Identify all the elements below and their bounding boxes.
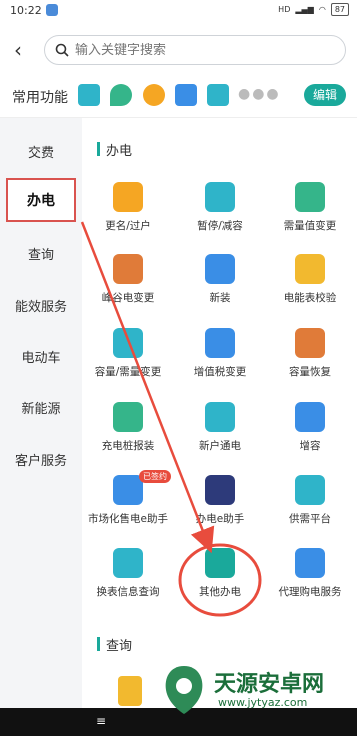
- service-item[interactable]: 新装: [175, 254, 265, 305]
- service-label: 增值税变更: [193, 366, 247, 378]
- service-icon: [113, 254, 143, 284]
- service-icon: [295, 475, 325, 505]
- service-item[interactable]: 容量恢复: [265, 328, 355, 379]
- section-marker: [97, 142, 100, 156]
- service-label: 容量/需量变更: [94, 366, 162, 378]
- service-icon: [113, 182, 143, 212]
- quick-location-icon[interactable]: [110, 84, 132, 106]
- status-indicators: HD ▂▄▆ ◠ 87: [278, 3, 349, 16]
- service-icon: [113, 475, 143, 505]
- service-label: 市场化售电e助手: [88, 513, 168, 525]
- service-item[interactable]: 办电e助手: [175, 475, 265, 526]
- sidebar-item-bandian[interactable]: 办电: [6, 178, 76, 222]
- service-item[interactable]: 容量/需量变更: [83, 328, 173, 379]
- site-watermark: 天源安卓网 www.jytyaz.com: [158, 656, 357, 736]
- status-time: 10:22: [10, 4, 42, 17]
- app-notification-icon: [46, 4, 58, 16]
- service-label: 其他办电: [199, 586, 241, 598]
- service-item[interactable]: 供需平台: [265, 475, 355, 526]
- common-functions-label: 常用功能: [12, 90, 68, 106]
- query-item-icon[interactable]: [118, 676, 142, 706]
- sidebar-item-energy[interactable]: 能效服务: [0, 296, 82, 315]
- service-item[interactable]: 增值税变更: [175, 328, 265, 379]
- signal-bars-icon: ▂▄▆: [295, 5, 314, 14]
- service-item[interactable]: 充电桩报装: [83, 402, 173, 453]
- service-item[interactable]: 峰谷电变更: [83, 254, 173, 305]
- service-label: 更名/过户: [105, 220, 151, 232]
- service-item[interactable]: 电能表校验: [265, 254, 355, 305]
- quick-piggy-icon[interactable]: [143, 84, 165, 106]
- sidebar-item-ev[interactable]: 电动车: [0, 347, 82, 366]
- service-item[interactable]: 其他办电: [175, 548, 265, 599]
- service-item[interactable]: 新户通电: [175, 402, 265, 453]
- section-title-query: 查询: [106, 639, 133, 654]
- service-label: 暂停/减容: [197, 220, 243, 232]
- service-item[interactable]: 需量值变更: [265, 182, 355, 233]
- service-icon: [295, 548, 325, 578]
- menu-icon[interactable]: ≡: [96, 714, 106, 728]
- service-icon: [295, 402, 325, 432]
- service-label: 容量恢复: [289, 366, 331, 378]
- service-label: 需量值变更: [283, 220, 337, 232]
- service-item[interactable]: 暂停/减容: [175, 182, 265, 233]
- service-icon: [295, 328, 325, 358]
- service-icon: [295, 254, 325, 284]
- watermark-title: 天源安卓网: [214, 672, 325, 697]
- service-label: 供需平台: [289, 513, 331, 525]
- quick-grid-icon[interactable]: [207, 84, 229, 106]
- service-icon: [205, 328, 235, 358]
- service-label: 代理购电服务: [278, 586, 342, 598]
- edit-button[interactable]: 编辑: [304, 84, 346, 106]
- sidebar-item-newenergy[interactable]: 新能源: [0, 398, 82, 417]
- section-marker: [97, 637, 100, 651]
- service-item[interactable]: 增容: [265, 402, 355, 453]
- service-label: 新装: [209, 292, 231, 304]
- quick-bill-icon[interactable]: [175, 84, 197, 106]
- common-functions-bar: 常用功能 ●●● 编辑: [0, 78, 357, 118]
- watermark-logo-icon: [165, 666, 203, 714]
- service-label: 办电e助手: [195, 513, 245, 525]
- signed-badge: 已签约: [139, 470, 171, 483]
- service-label: 充电桩报装: [101, 440, 155, 452]
- service-icon: [205, 402, 235, 432]
- service-icon: [113, 328, 143, 358]
- service-item[interactable]: 换表信息查询: [83, 548, 173, 599]
- back-arrow-icon[interactable]: ‹: [14, 38, 22, 62]
- service-label: 电能表校验: [283, 292, 337, 304]
- service-label: 峰谷电变更: [101, 292, 155, 304]
- quick-pay-icon[interactable]: [78, 84, 100, 106]
- sidebar-item-service[interactable]: 客户服务: [0, 450, 82, 469]
- battery-icon: 87: [330, 3, 349, 16]
- service-icon: [113, 402, 143, 432]
- search-icon: [55, 43, 69, 57]
- status-bar: 10:22 HD ▂▄▆ ◠ 87: [0, 0, 357, 22]
- signal-indicator: HD: [278, 5, 291, 14]
- watermark-url: www.jytyaz.com: [218, 696, 308, 709]
- search-box[interactable]: [44, 35, 346, 65]
- search-input[interactable]: [75, 42, 315, 58]
- service-label: 换表信息查询: [96, 586, 160, 598]
- service-label: 新户通电: [199, 440, 241, 452]
- service-item[interactable]: 更名/过户: [83, 182, 173, 233]
- more-dots-icon[interactable]: ●●●: [238, 86, 281, 102]
- sidebar-item-query[interactable]: 查询: [0, 244, 82, 263]
- service-icon: [205, 475, 235, 505]
- service-icon: [295, 182, 325, 212]
- sidebar-item-pay[interactable]: 交费: [0, 142, 82, 161]
- search-header: ‹: [0, 22, 357, 78]
- section-title-bandian: 办电: [106, 144, 133, 159]
- service-icon: [205, 548, 235, 578]
- service-icon: [113, 548, 143, 578]
- wifi-icon: ◠: [318, 5, 326, 14]
- service-icon: [205, 254, 235, 284]
- service-label: 增容: [299, 440, 321, 452]
- service-icon: [205, 182, 235, 212]
- service-item[interactable]: 代理购电服务: [265, 548, 355, 599]
